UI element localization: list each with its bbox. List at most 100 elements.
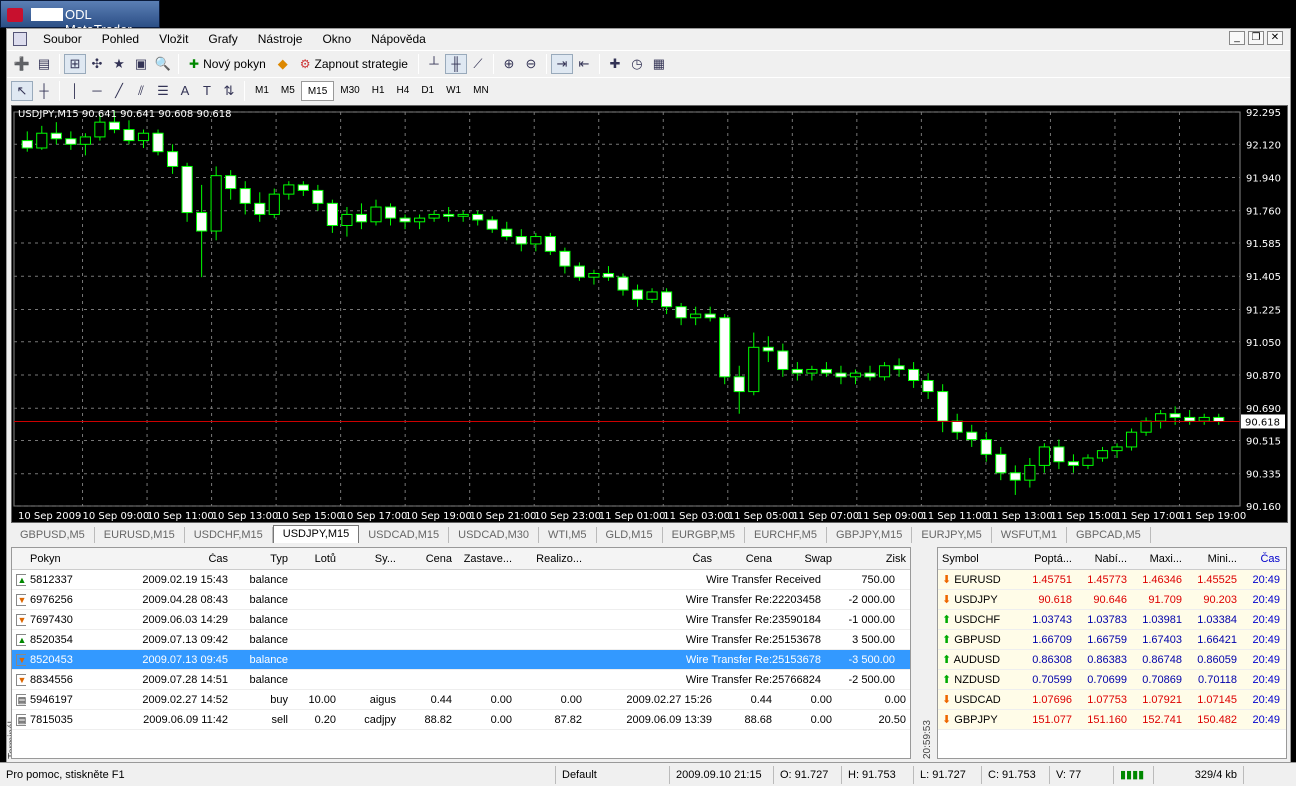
tf-d1[interactable]: D1 xyxy=(415,81,440,101)
line-chart-icon[interactable]: ⟋ xyxy=(467,54,489,74)
chart-tab[interactable]: USDCHF,M15 xyxy=(185,527,273,543)
column-header[interactable]: Cena xyxy=(716,553,776,565)
tf-h4[interactable]: H4 xyxy=(391,81,416,101)
symbol-row[interactable]: ⬆ NZDUSD 0.70599 0.70699 0.70869 0.70118 20:4… xyxy=(938,670,1286,690)
new-chart-icon[interactable]: ➕ xyxy=(11,54,33,74)
price-chart[interactable]: 92.295 92.120 91.940 91.760 91.585 91.405 91.2… xyxy=(11,105,1288,523)
column-header[interactable]: Poptá... xyxy=(1020,553,1075,565)
table-row[interactable]: ▼ 6976256 2009.04.28 08:43 balance Wire Tran… xyxy=(12,590,910,610)
minimize-icon[interactable]: _ xyxy=(1229,31,1245,45)
column-header[interactable]: Lotů xyxy=(292,553,340,565)
chart-tab[interactable]: GBPUSD,M5 xyxy=(11,527,95,543)
new-order-button[interactable]: ✚ Nový pokyn xyxy=(183,54,272,74)
chart-shift-icon[interactable]: ⇤ xyxy=(573,54,595,74)
chart-tab[interactable]: EURJPY,M5 xyxy=(912,527,992,543)
column-header[interactable]: Čas xyxy=(102,553,232,565)
periods-icon[interactable]: ◷ xyxy=(626,54,648,74)
cursor-icon[interactable]: ↖ xyxy=(11,80,33,101)
chart-tab[interactable]: EURGBP,M5 xyxy=(663,527,745,543)
restore-icon[interactable]: ❐ xyxy=(1248,31,1264,45)
symbol-row[interactable]: ⬇ USDCAD 1.07696 1.07753 1.07921 1.07145 20:4… xyxy=(938,690,1286,710)
menu-window[interactable]: Okno xyxy=(312,32,361,46)
menu-tools[interactable]: Nástroje xyxy=(248,32,313,46)
tf-h1[interactable]: H1 xyxy=(366,81,391,101)
templates-icon[interactable]: ▦ xyxy=(648,54,670,74)
favorites-icon[interactable]: ★ xyxy=(108,54,130,74)
tf-m5[interactable]: M5 xyxy=(275,81,301,101)
chart-tab[interactable]: GBPCAD,M5 xyxy=(1067,527,1151,543)
navigator-icon[interactable]: ✣ xyxy=(86,54,108,74)
market-watch-icon[interactable]: ⊞ xyxy=(64,53,86,74)
arrows-icon[interactable]: ⇅ xyxy=(218,81,240,101)
menu-charts[interactable]: Grafy xyxy=(198,32,247,46)
candlestick-icon[interactable]: ╫ xyxy=(444,53,467,74)
symbol-row[interactable]: ⬇ EURUSD 1.45751 1.45773 1.46346 1.45525 20:4… xyxy=(938,570,1286,590)
column-header[interactable]: Typ xyxy=(232,553,292,565)
menu-help[interactable]: Nápověda xyxy=(361,32,436,46)
column-header[interactable]: Realizo... xyxy=(516,553,586,565)
chart-tab[interactable]: GBPJPY,M15 xyxy=(827,527,913,543)
tf-mn[interactable]: MN xyxy=(467,81,495,101)
table-row[interactable]: ▼ 7697430 2009.06.03 14:29 balance Wire Tran… xyxy=(12,610,910,630)
terminal-icon[interactable]: ▣ xyxy=(130,54,152,74)
crosshair-icon[interactable]: ┼ xyxy=(33,81,55,101)
chart-tab[interactable]: EURCHF,M5 xyxy=(745,527,827,543)
column-header[interactable]: Čas xyxy=(586,553,716,565)
chart-tab[interactable]: USDCAD,M15 xyxy=(359,527,450,543)
metaeditor-icon[interactable]: ◆ xyxy=(272,54,294,74)
column-header[interactable]: Čas xyxy=(1240,553,1284,565)
text-icon[interactable]: A xyxy=(174,81,196,101)
chart-tab[interactable]: EURUSD,M15 xyxy=(95,527,185,543)
tf-m15[interactable]: M15 xyxy=(300,80,335,101)
column-header[interactable]: Maxi... xyxy=(1130,553,1185,565)
table-row[interactable]: ▲ 8520354 2009.07.13 09:42 balance Wire Tran… xyxy=(12,630,910,650)
symbol-row[interactable]: ⬆ AUDUSD 0.86308 0.86383 0.86748 0.86059 20:4… xyxy=(938,650,1286,670)
vertical-line-icon[interactable]: │ xyxy=(64,81,86,101)
column-header[interactable]: Swap xyxy=(776,553,836,565)
strategies-toggle-button[interactable]: ⚙ Zapnout strategie xyxy=(294,54,414,74)
zoom-in-icon[interactable]: ⊕ xyxy=(498,54,520,74)
chart-canvas[interactable]: 92.295 92.120 91.940 91.760 91.585 91.405 91.2… xyxy=(12,106,1289,524)
fibonacci-icon[interactable]: ☰ xyxy=(152,81,174,101)
menu-insert[interactable]: Vložit xyxy=(149,32,198,46)
tf-m30[interactable]: M30 xyxy=(334,81,365,101)
column-header[interactable]: Mini... xyxy=(1185,553,1240,565)
chart-tab[interactable]: USDJPY,M15 xyxy=(272,525,360,543)
tf-w1[interactable]: W1 xyxy=(440,81,467,101)
symbol-row[interactable]: ⬇ USDJPY 90.618 90.646 91.709 90.203 20:49 xyxy=(938,590,1286,610)
table-row[interactable]: ▼ 8834556 2009.07.28 14:51 balance Wire Tran… xyxy=(12,670,910,690)
menu-file[interactable]: Soubor xyxy=(33,32,92,46)
close-icon[interactable]: ✕ xyxy=(1267,31,1283,45)
column-header[interactable]: Symbol xyxy=(938,553,1020,565)
column-header[interactable]: Zastave... xyxy=(456,553,516,565)
column-header[interactable]: Pokyn xyxy=(26,553,102,565)
tester-icon[interactable]: 🔍 xyxy=(152,54,174,74)
text-label-icon[interactable]: T xyxy=(196,81,218,101)
bar-chart-icon[interactable]: ┴ xyxy=(423,54,445,74)
channel-icon[interactable]: ⫽ xyxy=(130,81,152,101)
chart-tab[interactable]: WSFUT,M1 xyxy=(992,527,1067,543)
indicators-icon[interactable]: ✚ xyxy=(604,54,626,74)
chart-window-icon[interactable] xyxy=(13,32,27,46)
symbol-row[interactable]: ⬇ GBPJPY 151.077 151.160 152.741 150.482 20:4… xyxy=(938,710,1286,730)
table-row[interactable]: ▲ 5812337 2009.02.19 15:43 balance Wire Tran… xyxy=(12,570,910,590)
chart-tab[interactable]: WTI,M5 xyxy=(539,527,597,543)
menu-view[interactable]: Pohled xyxy=(92,32,149,46)
zoom-out-icon[interactable]: ⊖ xyxy=(520,54,542,74)
column-header[interactable]: Nabí... xyxy=(1075,553,1130,565)
column-header[interactable]: Zisk xyxy=(836,553,910,565)
chart-tab[interactable]: USDCAD,M30 xyxy=(449,527,540,543)
tf-m1[interactable]: M1 xyxy=(249,81,275,101)
trendline-icon[interactable]: ╱ xyxy=(108,81,130,101)
table-row[interactable]: ▼ 8520453 2009.07.13 09:45 balance Wire Tran… xyxy=(12,650,910,670)
table-row[interactable]: ▤ 7815035 2009.06.09 11:42 sell 0.20 cadjpy 88… xyxy=(12,710,910,730)
autoscroll-icon[interactable]: ⇥ xyxy=(550,53,573,74)
column-header[interactable]: Sy... xyxy=(340,553,400,565)
horizontal-line-icon[interactable]: ─ xyxy=(86,81,108,101)
column-header[interactable]: Cena xyxy=(400,553,456,565)
table-row[interactable]: ▤ 5946197 2009.02.27 14:52 buy 10.00 aigus 0.4… xyxy=(12,690,910,710)
profiles-icon[interactable]: ▤ xyxy=(33,54,55,74)
symbol-row[interactable]: ⬆ USDCHF 1.03743 1.03783 1.03981 1.03384 20:4… xyxy=(938,610,1286,630)
chart-tab[interactable]: GLD,M15 xyxy=(597,527,663,543)
symbol-row[interactable]: ⬆ GBPUSD 1.66709 1.66759 1.67403 1.66421 20:4… xyxy=(938,630,1286,650)
